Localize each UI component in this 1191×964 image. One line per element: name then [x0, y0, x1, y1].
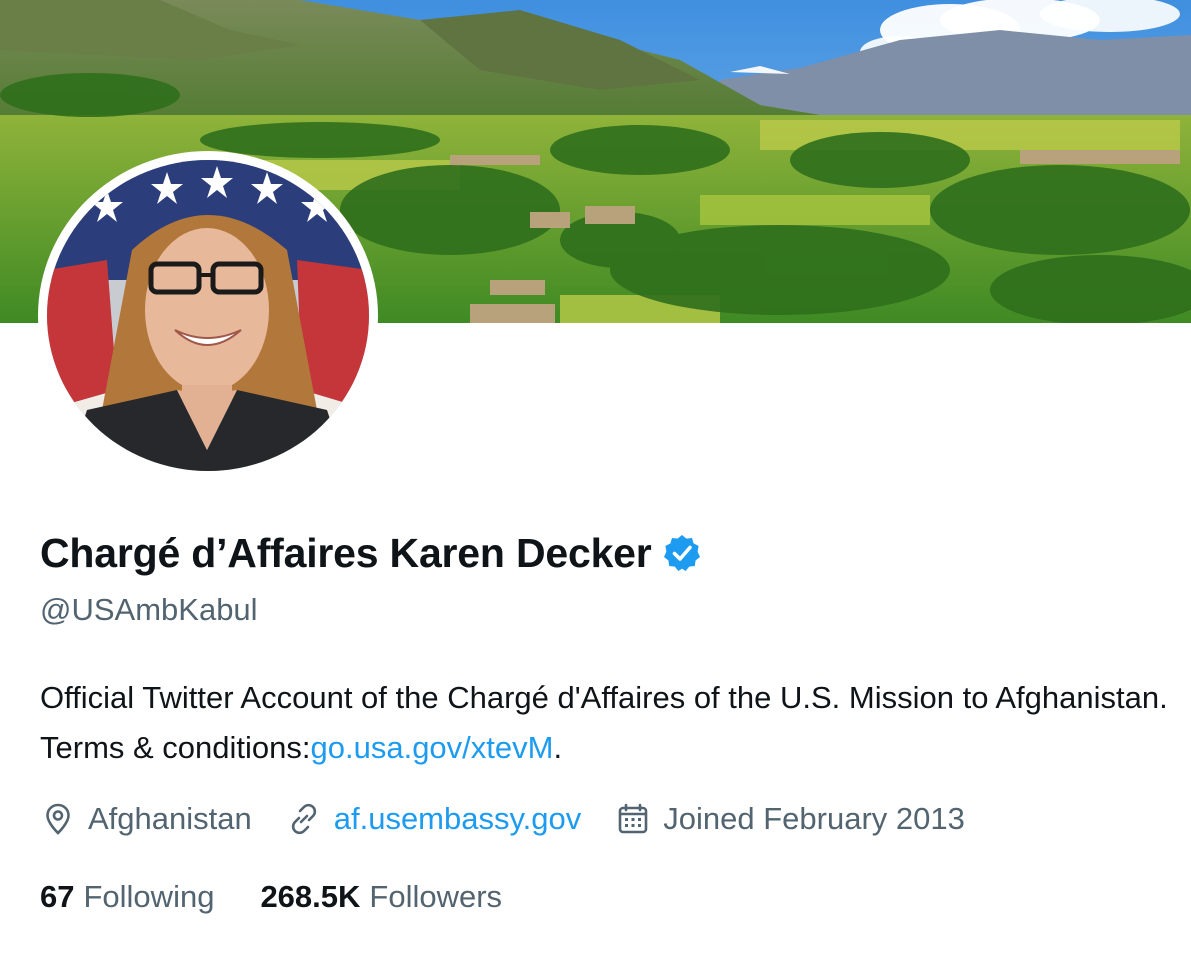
followers-stat[interactable]: 268.5K Followers — [260, 879, 502, 915]
verified-badge-icon[interactable] — [662, 533, 702, 573]
website-item[interactable]: af.usembassy.gov — [286, 801, 582, 837]
profile-avatar[interactable] — [38, 151, 378, 480]
location-text: Afghanistan — [88, 801, 252, 836]
followers-count: 268.5K — [260, 879, 361, 914]
link-icon — [291, 803, 316, 835]
bio-text: Official Twitter Account of the Chargé d… — [40, 680, 1168, 765]
bio-link[interactable]: go.usa.gov/xtevM — [311, 730, 554, 765]
profile-handle: @USAmbKabul — [40, 592, 258, 627]
following-count: 67 — [40, 879, 75, 914]
avatar-photo — [47, 160, 369, 471]
joined-text: Joined February 2013 — [663, 801, 965, 836]
profile-meta-row: Afghanistan af.usembassy.gov Joined Febr… — [40, 796, 999, 842]
profile-bio: Official Twitter Account of the Chargé d… — [40, 673, 1185, 773]
location-item: Afghanistan — [40, 801, 252, 837]
profile-name-row: Chargé d’Affaires Karen Decker — [40, 527, 702, 579]
joined-item: Joined February 2013 — [615, 801, 965, 837]
following-label: Following — [83, 879, 215, 914]
profile-stats-row: 67 Following 268.5K Followers — [40, 874, 548, 920]
bio-suffix: . — [553, 730, 563, 765]
calendar-icon — [618, 803, 648, 834]
location-pin-icon — [46, 803, 70, 835]
display-name: Chargé d’Affaires Karen Decker — [40, 529, 652, 576]
website-link[interactable]: af.usembassy.gov — [334, 801, 582, 837]
followers-label: Followers — [369, 879, 503, 914]
following-stat[interactable]: 67 Following — [40, 879, 214, 915]
